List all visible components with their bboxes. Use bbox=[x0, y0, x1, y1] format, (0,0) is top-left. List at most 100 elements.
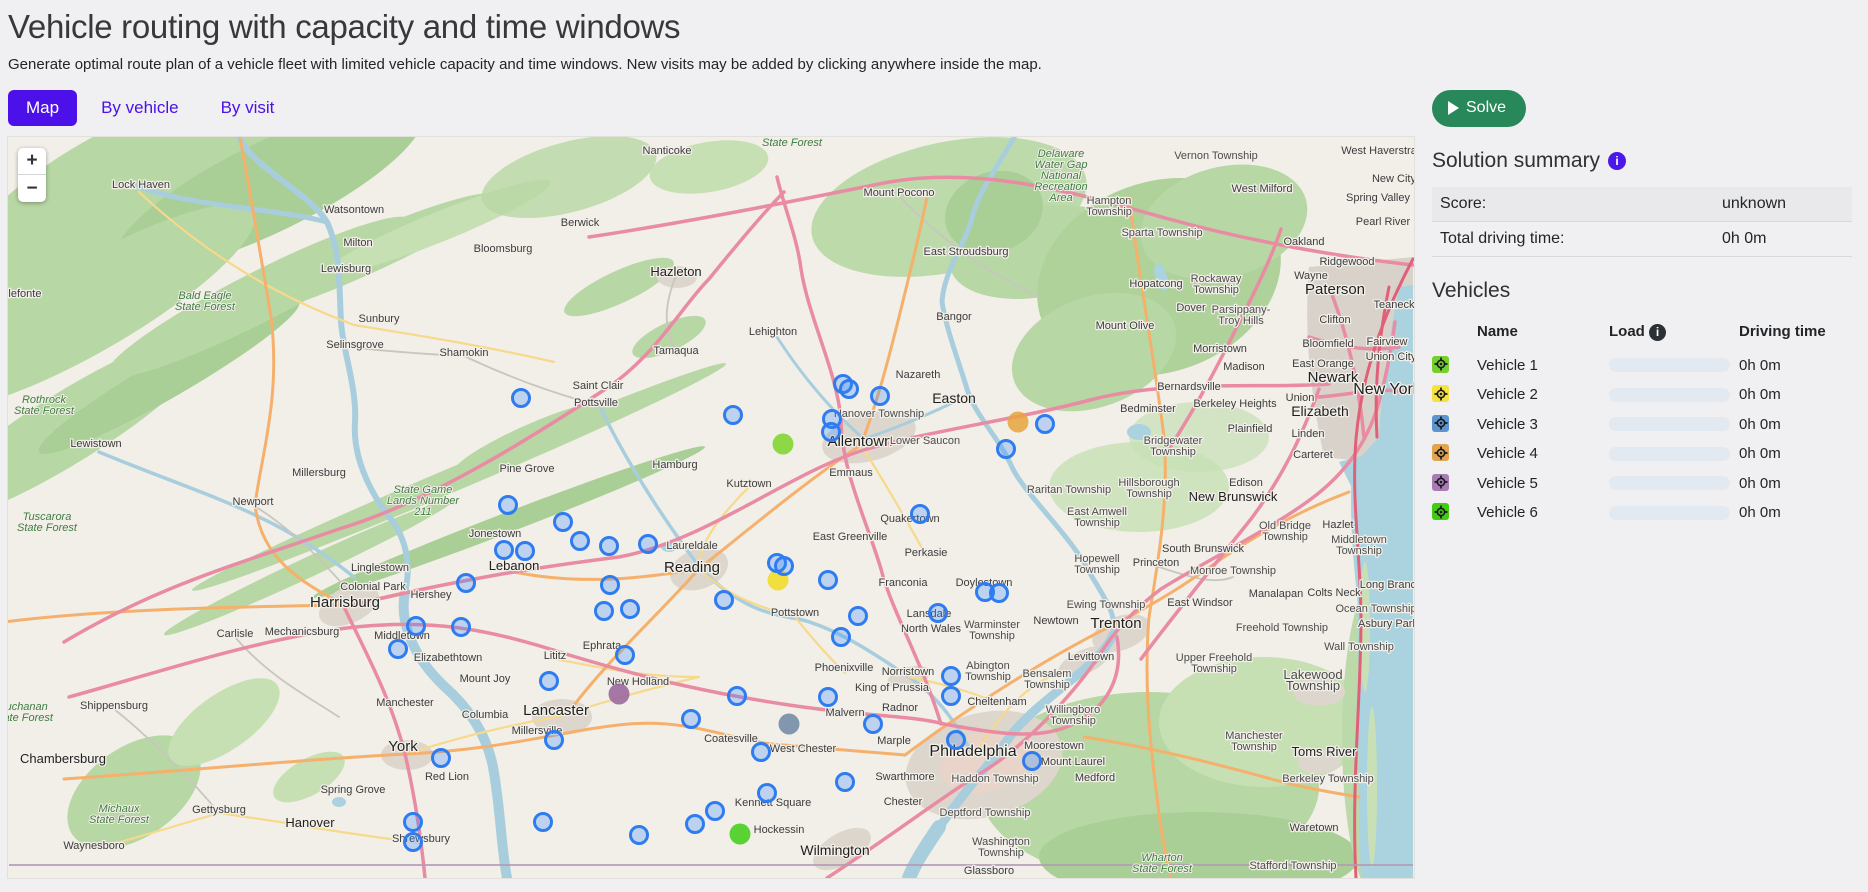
visit-marker[interactable] bbox=[841, 381, 858, 398]
visit-marker[interactable] bbox=[820, 689, 837, 706]
visit-marker[interactable] bbox=[617, 647, 634, 664]
map-place-label: Hazleton bbox=[650, 264, 701, 279]
visit-marker[interactable] bbox=[496, 542, 513, 559]
depot-marker[interactable] bbox=[779, 714, 800, 735]
visit-marker[interactable] bbox=[572, 533, 589, 550]
map-place-label: East Stroudsburg bbox=[924, 246, 1009, 258]
solution-summary-info-icon[interactable]: i bbox=[1608, 152, 1626, 170]
map-place-label: Oakland bbox=[1284, 236, 1325, 248]
visit-marker[interactable] bbox=[535, 814, 552, 831]
visit-marker[interactable] bbox=[991, 585, 1008, 602]
visit-marker[interactable] bbox=[943, 668, 960, 685]
visit-marker[interactable] bbox=[596, 603, 613, 620]
solve-row: Solve bbox=[1432, 89, 1852, 127]
visit-marker[interactable] bbox=[517, 543, 534, 560]
depot-marker[interactable] bbox=[773, 434, 794, 455]
map-place-label: Chambersburg bbox=[20, 751, 106, 766]
vehicle-load-bar bbox=[1609, 358, 1730, 372]
visit-marker[interactable] bbox=[555, 514, 572, 531]
vehicle-crosshair-icon bbox=[1432, 385, 1449, 402]
solve-button-label: Solve bbox=[1466, 99, 1506, 117]
visit-marker[interactable] bbox=[716, 592, 733, 609]
map-place-label: Elizabethtown bbox=[414, 652, 483, 664]
visit-marker[interactable] bbox=[850, 608, 867, 625]
visit-marker[interactable] bbox=[776, 558, 793, 575]
vehicle-row: Vehicle 5 0h 0m bbox=[1432, 469, 1852, 499]
depot-marker[interactable] bbox=[730, 824, 751, 845]
map-place-label: Pine Grove bbox=[499, 463, 554, 475]
vehicle-load-bar bbox=[1609, 388, 1730, 402]
visit-marker[interactable] bbox=[433, 750, 450, 767]
map[interactable]: Lock HavenNanticokeWatsontownBerwickMilt… bbox=[8, 137, 1414, 878]
map-place-label: Kutztown bbox=[726, 478, 771, 490]
map-place-label: Emmaus bbox=[829, 467, 873, 479]
map-place-label: Ridgewood bbox=[1319, 256, 1374, 268]
solution-summary-table: Score: unknown Total driving time: 0h 0m bbox=[1432, 187, 1852, 257]
visit-marker[interactable] bbox=[513, 390, 530, 407]
zoom-in-button[interactable]: + bbox=[18, 148, 46, 175]
visit-marker[interactable] bbox=[601, 538, 618, 555]
visit-marker[interactable] bbox=[837, 774, 854, 791]
vehicle-name: Vehicle 4 bbox=[1477, 439, 1609, 469]
visit-marker[interactable] bbox=[820, 572, 837, 589]
visit-marker[interactable] bbox=[1037, 416, 1054, 433]
visit-marker[interactable] bbox=[865, 716, 882, 733]
vehicle-crosshair-icon bbox=[1432, 444, 1449, 461]
vehicle-driving-time: 0h 0m bbox=[1739, 351, 1852, 381]
visit-marker[interactable] bbox=[872, 388, 889, 405]
visit-marker[interactable] bbox=[1024, 753, 1041, 770]
map-place-label: Philadelphia bbox=[929, 743, 1016, 760]
map-place-label: Swarthmore bbox=[875, 771, 934, 783]
map-place-label: Bernardsville bbox=[1157, 381, 1221, 393]
map-place-label: AbingtonTownship bbox=[965, 660, 1011, 683]
visit-marker[interactable] bbox=[390, 641, 407, 658]
visit-marker[interactable] bbox=[725, 407, 742, 424]
visit-marker[interactable] bbox=[753, 744, 770, 761]
visit-marker[interactable] bbox=[602, 577, 619, 594]
visit-marker[interactable] bbox=[546, 732, 563, 749]
map-place-label: Union City bbox=[1366, 351, 1414, 363]
visit-marker[interactable] bbox=[948, 732, 965, 749]
visit-marker[interactable] bbox=[729, 688, 746, 705]
summary-row: Total driving time: 0h 0m bbox=[1432, 222, 1852, 257]
visit-marker[interactable] bbox=[408, 618, 425, 635]
zoom-out-button[interactable]: − bbox=[18, 175, 46, 202]
vehicles-header-row: Name Load i Driving time bbox=[1432, 317, 1852, 351]
map-place-label: BridgewaterTownship bbox=[1144, 435, 1203, 458]
visit-marker[interactable] bbox=[631, 827, 648, 844]
visit-marker[interactable] bbox=[687, 816, 704, 833]
visit-marker[interactable] bbox=[453, 619, 470, 636]
visit-marker[interactable] bbox=[500, 497, 517, 514]
visit-marker[interactable] bbox=[912, 506, 929, 523]
map-place-label: East Windsor bbox=[1167, 597, 1233, 609]
map-place-label: Pottsville bbox=[574, 397, 618, 409]
tab[interactable]: By visit bbox=[203, 90, 293, 126]
visit-marker[interactable] bbox=[541, 673, 558, 690]
map-place-label: Lock Haven bbox=[112, 179, 170, 191]
visit-marker[interactable] bbox=[707, 803, 724, 820]
tab[interactable]: By vehicle bbox=[83, 90, 196, 126]
visit-marker[interactable] bbox=[759, 785, 776, 802]
summary-row: Score: unknown bbox=[1432, 187, 1852, 222]
visit-marker[interactable] bbox=[683, 711, 700, 728]
visit-marker[interactable] bbox=[458, 575, 475, 592]
map-place-label: Millersburg bbox=[292, 467, 346, 479]
visit-marker[interactable] bbox=[943, 688, 960, 705]
solve-button[interactable]: Solve bbox=[1432, 90, 1526, 127]
visit-marker[interactable] bbox=[823, 424, 840, 441]
depot-marker[interactable] bbox=[1008, 412, 1029, 433]
visit-marker[interactable] bbox=[930, 605, 947, 622]
visit-marker[interactable] bbox=[998, 441, 1015, 458]
map-place-label: TuscaroraState Forest bbox=[17, 511, 78, 534]
visit-marker[interactable] bbox=[640, 536, 657, 553]
tab[interactable]: Map bbox=[8, 90, 77, 126]
visit-marker[interactable] bbox=[622, 601, 639, 618]
depot-marker[interactable] bbox=[609, 684, 630, 705]
visit-marker[interactable] bbox=[405, 814, 422, 831]
load-info-icon[interactable]: i bbox=[1649, 324, 1666, 341]
map-place-label: Carteret bbox=[1293, 449, 1333, 461]
visit-marker[interactable] bbox=[833, 629, 850, 646]
play-icon bbox=[1448, 101, 1459, 115]
map-place-label: Linglestown bbox=[351, 562, 409, 574]
visit-marker[interactable] bbox=[405, 834, 422, 851]
